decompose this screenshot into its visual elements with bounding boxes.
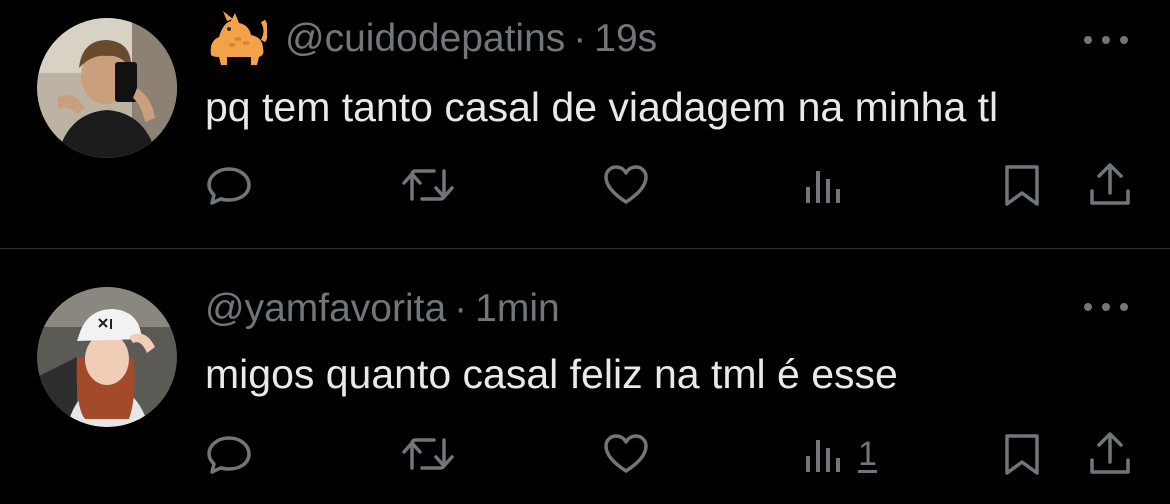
tweet-timestamp[interactable]: 1min: [475, 284, 560, 334]
views-icon: [806, 440, 840, 472]
cat-emoji-icon: [210, 11, 267, 65]
separator-dot: ·: [454, 287, 468, 330]
share-button[interactable]: [1086, 429, 1134, 479]
retweet-button[interactable]: [402, 429, 454, 479]
share-icon: [1090, 163, 1130, 205]
tweet-handle[interactable]: @yamfavorita: [205, 284, 446, 334]
retweet-icon: [402, 438, 454, 470]
like-button[interactable]: [602, 160, 650, 210]
tweet-actions: 1: [0, 429, 1170, 479]
more-icon[interactable]: [1084, 30, 1128, 50]
avatar-photo: [37, 287, 177, 427]
separator-dot: ·: [573, 17, 587, 60]
views-button[interactable]: 1: [804, 429, 877, 479]
avatar[interactable]: [37, 18, 177, 158]
heart-icon: [604, 434, 648, 473]
tweet-card[interactable]: @cuidodepatins · 19s pq tem tanto casal …: [0, 0, 1170, 248]
tweet-card[interactable]: @yamfavorita · 1min migos quanto casal f…: [0, 249, 1170, 504]
avatar-photo: [37, 18, 177, 158]
tweet-timestamp[interactable]: 19s: [594, 14, 657, 64]
bookmark-button[interactable]: [1002, 160, 1042, 210]
bookmark-icon: [1005, 434, 1039, 475]
reply-button[interactable]: [205, 429, 253, 479]
tweet-text: migos quanto casal feliz na tml é esse: [205, 351, 898, 397]
tweet-text: pq tem tanto casal de viadagem na minha …: [205, 84, 999, 130]
bookmark-icon: [1005, 165, 1039, 206]
retweet-button[interactable]: [402, 160, 454, 210]
tweet-header: @yamfavorita · 1min: [205, 284, 560, 334]
tweet-header: @cuidodepatins · 19s: [205, 11, 657, 65]
share-icon: [1090, 432, 1130, 474]
tweet-handle[interactable]: @cuidodepatins: [285, 14, 565, 64]
timeline: @cuidodepatins · 19s pq tem tanto casal …: [0, 0, 1170, 504]
reply-icon: [207, 167, 251, 205]
views-button[interactable]: [804, 160, 844, 210]
retweet-icon: [402, 169, 454, 201]
bookmark-button[interactable]: [1002, 429, 1042, 479]
heart-icon: [604, 165, 648, 204]
reply-button[interactable]: [205, 160, 253, 210]
reply-icon: [207, 436, 251, 474]
like-button[interactable]: [602, 429, 650, 479]
tweet-actions: [0, 160, 1170, 210]
more-icon[interactable]: [1084, 297, 1128, 317]
avatar[interactable]: [37, 287, 177, 427]
share-button[interactable]: [1086, 160, 1134, 210]
views-count: 1: [858, 434, 877, 473]
views-icon: [806, 171, 840, 203]
